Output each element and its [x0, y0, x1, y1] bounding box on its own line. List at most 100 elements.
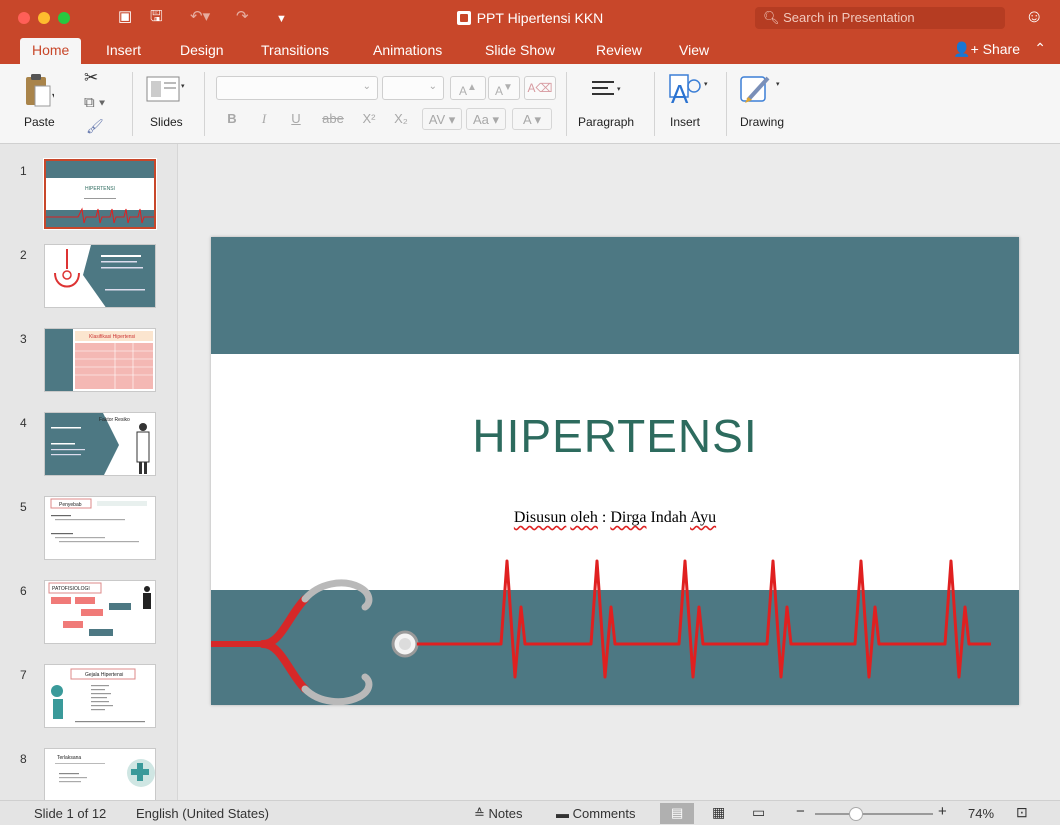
svg-text:Klasifikasi Hipertensi: Klasifikasi Hipertensi: [89, 334, 135, 340]
tab-home[interactable]: Home: [20, 38, 82, 64]
slide-editing-area[interactable]: HIPERTENSI Disusun oleh : Dirga Indah Ay…: [178, 144, 1060, 800]
svg-text:A: A: [671, 79, 689, 106]
svg-text:Terlaksana: Terlaksana: [57, 755, 81, 761]
stethoscope-tube-lower: [259, 640, 309, 693]
change-case-button[interactable]: Aa ▾: [466, 108, 506, 130]
thumb-slide-content: Gejala Hipertensi: [51, 668, 145, 723]
slide-thumbnail-2[interactable]: [44, 244, 156, 308]
normal-view-button[interactable]: ▤: [660, 803, 694, 824]
slide-number: 6: [20, 584, 27, 598]
slide-thumbnail-6[interactable]: PATOFISIOLOGI: [44, 580, 156, 644]
superscript-button[interactable]: X²: [356, 108, 382, 130]
title-bar: ▣ 🖫 ↶▾ ↷ ▼ PPT Hipertensi KKN 🔍︎ Search …: [0, 0, 1060, 36]
dropdown-arrow-icon: ⌄: [362, 81, 371, 92]
ribbon-divider: [726, 72, 727, 136]
notes-icon: ≙: [474, 806, 485, 821]
comments-button[interactable]: ▬ Comments: [556, 806, 635, 821]
character-spacing-button[interactable]: AV ▾: [422, 108, 462, 130]
new-slide-button[interactable]: ▾ Slides: [144, 74, 194, 134]
font-color-button[interactable]: A ▾: [512, 108, 552, 130]
tab-transitions[interactable]: Transitions: [261, 41, 329, 59]
reading-view-icon[interactable]: ▭: [752, 804, 765, 821]
feedback-smiley-icon[interactable]: ☺: [1025, 6, 1043, 27]
thumb-header-band: [46, 161, 154, 178]
search-icon: 🔍︎: [763, 10, 780, 25]
fit-to-window-icon[interactable]: ⊡: [1016, 804, 1028, 821]
thumb-subtitle-line: [84, 198, 116, 199]
insert-button[interactable]: A ▾ Insert: [664, 72, 718, 134]
paragraph-label: Paragraph: [578, 115, 635, 129]
chestpiece-center: [399, 638, 411, 650]
slide-thumbnail-3[interactable]: Klasifikasi Hipertensi: [44, 328, 156, 392]
zoom-level[interactable]: 74%: [968, 806, 994, 821]
slide-thumbnail-8[interactable]: Terlaksana: [44, 748, 156, 800]
strikethrough-button[interactable]: abe: [318, 108, 348, 130]
slide-title[interactable]: HIPERTENSI: [211, 409, 1019, 463]
underline-button[interactable]: U: [286, 108, 306, 130]
paragraph-button[interactable]: ▾ Paragraph: [576, 74, 646, 134]
ribbon: ▾ Paste ✂ ⧉ ▾ 🖌︎ ▾ Slides ⌄ ⌄ A▲ A▼ A⌫ B…: [0, 64, 1060, 144]
add-person-icon: 👤+: [953, 41, 979, 57]
cut-icon[interactable]: ✂: [84, 68, 98, 88]
insert-label: Insert: [670, 115, 701, 129]
ribbon-tab-bar: Home Insert Design Transitions Animation…: [0, 36, 1060, 64]
subscript-button[interactable]: X₂: [388, 108, 414, 130]
zoom-in-button[interactable]: +: [938, 803, 947, 820]
paragraph-align-icon: ▾: [592, 81, 621, 95]
ribbon-divider: [654, 72, 655, 136]
svg-text:Gejala Hipertensi: Gejala Hipertensi: [85, 672, 123, 678]
slide-sorter-view-icon[interactable]: ▦: [712, 804, 725, 821]
slide-thumbnail-7[interactable]: Gejala Hipertensi: [44, 664, 156, 728]
clear-formatting-icon[interactable]: A⌫: [524, 76, 556, 100]
slide-thumbnail-4[interactable]: Faktor Resiko: [44, 412, 156, 476]
ppt-file-icon: [456, 11, 471, 25]
collapse-ribbon-icon[interactable]: ⌃: [1034, 40, 1046, 57]
stethoscope-earpiece-bottom: [301, 673, 373, 705]
svg-text:▾: ▾: [704, 81, 708, 88]
stethoscope-earpiece-top: [301, 579, 373, 611]
copy-icon[interactable]: ⧉ ▾: [84, 94, 105, 111]
share-button[interactable]: 👤+ Share: [953, 41, 1020, 58]
grow-font-button[interactable]: A▲: [450, 76, 486, 100]
normal-view-icon: ▤: [671, 805, 684, 820]
slide-thumbnail-5[interactable]: Penyebab: [44, 496, 156, 560]
tab-view[interactable]: View: [679, 41, 709, 59]
svg-text:▾: ▾: [52, 91, 54, 100]
zoom-slider-track[interactable]: [815, 813, 933, 815]
tab-review[interactable]: Review: [596, 41, 642, 59]
slide-subtitle[interactable]: Disusun oleh : Dirga Indah Ayu: [211, 509, 1019, 527]
svg-text:▾: ▾: [776, 81, 780, 88]
slide-header-band: [211, 237, 1019, 354]
ribbon-divider: [566, 72, 567, 136]
subtitle-colon: :: [601, 509, 607, 526]
tab-insert[interactable]: Insert: [106, 41, 141, 59]
search-field[interactable]: 🔍︎ Search in Presentation: [755, 7, 1005, 29]
format-painter-icon[interactable]: 🖌︎: [86, 118, 104, 135]
zoom-out-button[interactable]: −: [796, 803, 805, 820]
font-size-select[interactable]: ⌄: [382, 76, 444, 100]
slide-thumbnail-pane[interactable]: 1 HIPERTENSI 2 3 Klasifikasi Hipertensi …: [0, 144, 178, 800]
subtitle-word: Dirga: [610, 509, 647, 526]
svg-text:Faktor Resiko: Faktor Resiko: [99, 417, 130, 423]
tab-slide-show[interactable]: Slide Show: [485, 41, 555, 59]
paste-button[interactable]: ▾ Paste: [20, 70, 64, 132]
slide-layout-icon: ▾: [146, 76, 185, 102]
thumb-slide-content: Faktor Resiko: [45, 413, 150, 475]
zoom-slider-knob[interactable]: [849, 807, 863, 821]
tab-design[interactable]: Design: [180, 41, 224, 59]
slide-thumbnail-1[interactable]: HIPERTENSI: [43, 158, 157, 230]
drawing-button[interactable]: ▾ Drawing: [736, 72, 796, 134]
language-indicator[interactable]: English (United States): [136, 806, 269, 821]
drawing-label: Drawing: [740, 115, 785, 129]
shrink-font-button[interactable]: A▼: [488, 76, 520, 100]
svg-text:PATOFISIOLOGI: PATOFISIOLOGI: [52, 586, 90, 592]
tab-animations[interactable]: Animations: [373, 41, 442, 59]
bold-button[interactable]: B: [222, 108, 242, 130]
slide-number: 8: [20, 752, 27, 766]
italic-button[interactable]: I: [254, 108, 274, 130]
font-name-select[interactable]: ⌄: [216, 76, 378, 100]
slide-number: 2: [20, 248, 27, 262]
subtitle-word: oleh: [570, 509, 598, 526]
notes-button[interactable]: ≙ Notes: [474, 806, 523, 822]
current-slide[interactable]: HIPERTENSI Disusun oleh : Dirga Indah Ay…: [211, 237, 1019, 705]
